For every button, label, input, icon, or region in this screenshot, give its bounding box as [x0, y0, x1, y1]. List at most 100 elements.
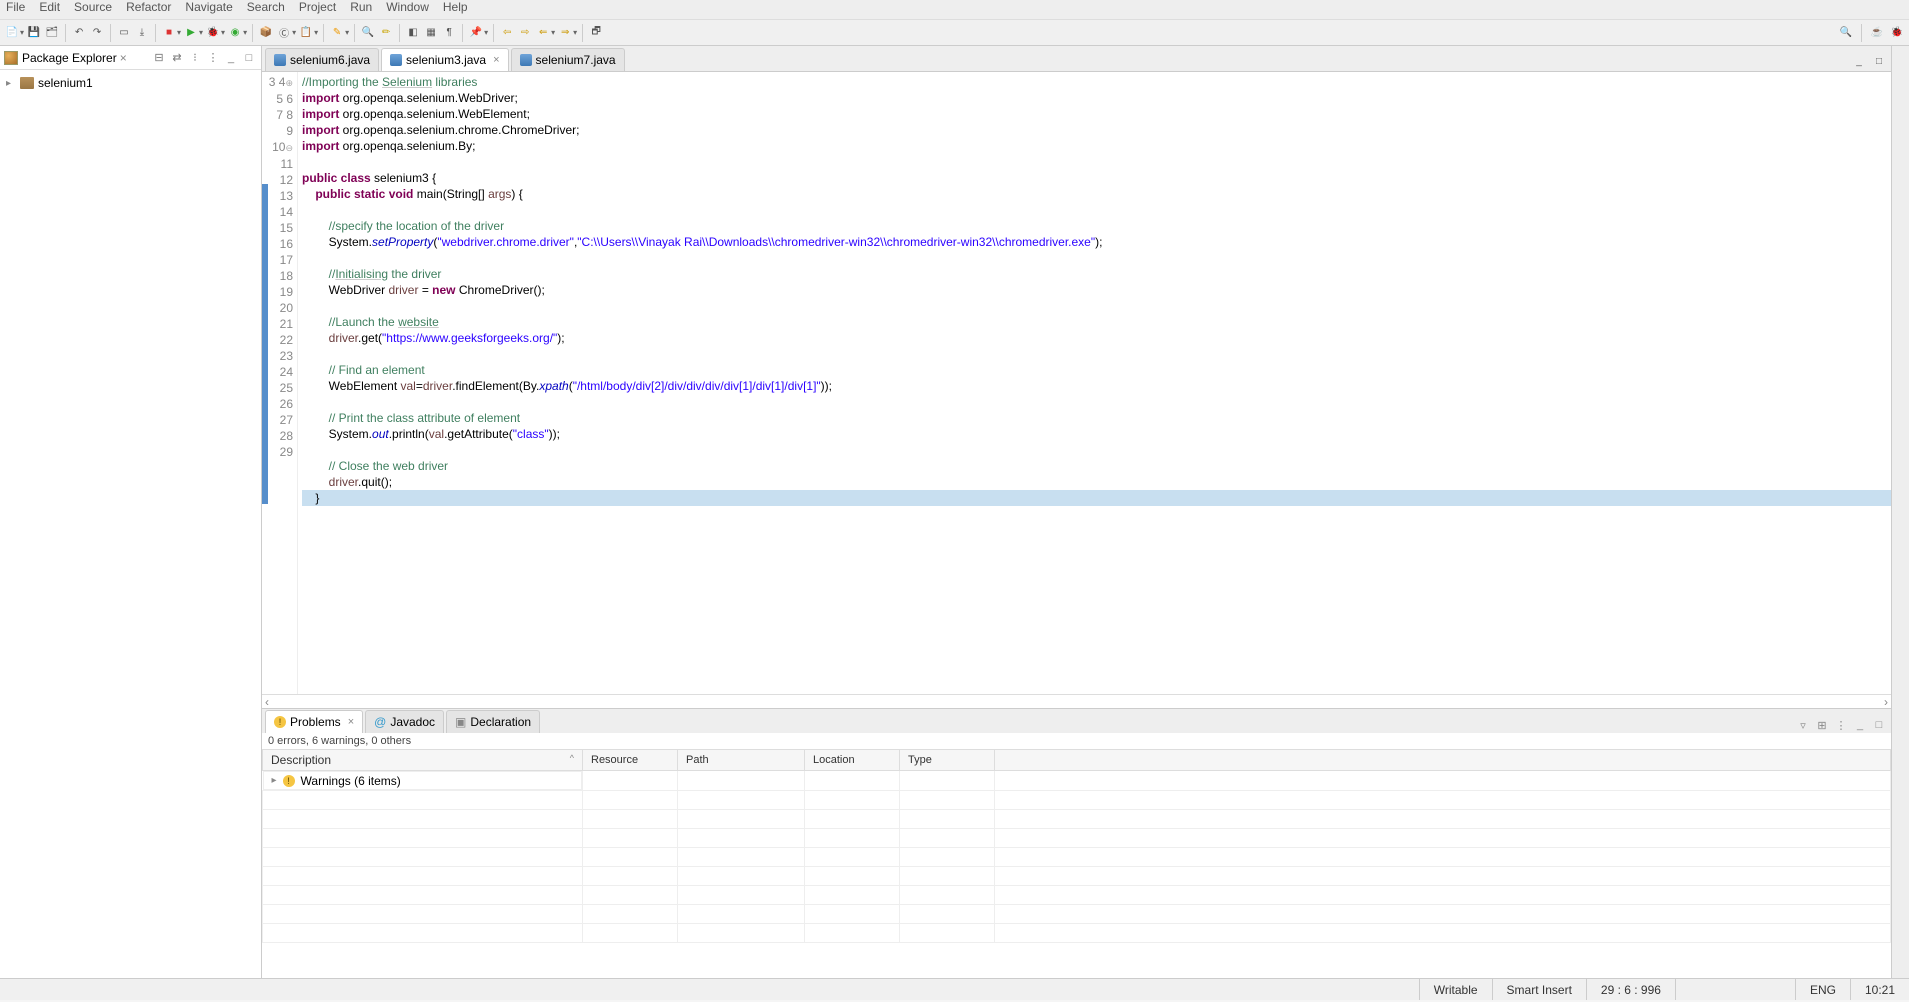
- stop-icon[interactable]: ■: [161, 25, 177, 41]
- maximize-view-icon[interactable]: □: [241, 50, 257, 66]
- new-class-icon[interactable]: Ⓒ: [276, 25, 292, 41]
- col-location[interactable]: Location: [805, 750, 900, 771]
- quick-access-icon[interactable]: 🔍: [1838, 25, 1854, 41]
- problems-table[interactable]: Description ^ Resource Path Location Typ…: [262, 749, 1891, 978]
- toggle-mark-icon[interactable]: ◧: [405, 25, 421, 41]
- expand-arrow-icon[interactable]: ▸: [6, 78, 16, 89]
- back-icon[interactable]: ⇐: [535, 25, 551, 41]
- status-empty: [1675, 979, 1795, 1000]
- save-icon[interactable]: 💾: [26, 25, 42, 41]
- menu-edit[interactable]: Edit: [39, 0, 60, 14]
- tab-label: Declaration: [470, 715, 531, 729]
- focus-icon[interactable]: ⊞: [1814, 717, 1830, 733]
- menu-run[interactable]: Run: [350, 0, 372, 14]
- java-file-icon: [274, 54, 286, 66]
- tab-javadoc[interactable]: @ Javadoc: [365, 710, 444, 733]
- coverage-icon[interactable]: ◉: [227, 25, 243, 41]
- problems-summary: 0 errors, 6 warnings, 0 others: [262, 733, 1891, 749]
- tab-label: selenium7.java: [536, 53, 616, 67]
- status-bar: Writable Smart Insert 29 : 6 : 996 ENG 1…: [0, 978, 1909, 1000]
- menu-refactor[interactable]: Refactor: [126, 0, 171, 14]
- menu-bar: File Edit Source Refactor Navigate Searc…: [0, 0, 1909, 20]
- table-row[interactable]: ▸ ! Warnings (6 items): [263, 771, 1891, 791]
- main-toolbar: 📄▾ 💾 🗂 ↶ ↷ ▭ ⤓ ■▾ ▶▾ 🐞▾ ◉▾ 📦 Ⓒ▾ 📋▾ ✎▾ 🔍 …: [0, 20, 1909, 46]
- new-type-icon[interactable]: 📋: [298, 25, 314, 41]
- menu-project[interactable]: Project: [299, 0, 336, 14]
- warnings-label: Warnings (6 items): [301, 774, 401, 788]
- status-writable: Writable: [1419, 979, 1492, 1000]
- status-language[interactable]: ENG: [1795, 979, 1850, 1000]
- maximize-editor-icon[interactable]: □: [1871, 53, 1887, 69]
- open-type-icon[interactable]: ✎: [329, 25, 345, 41]
- menu-help[interactable]: Help: [443, 0, 468, 14]
- tab-label: Problems: [290, 715, 341, 729]
- tab-problems[interactable]: ! Problems ×: [265, 710, 363, 733]
- close-tab-icon[interactable]: ×: [493, 54, 499, 66]
- forward-icon[interactable]: ⇒: [557, 25, 573, 41]
- problems-icon: !: [274, 716, 286, 728]
- view-menu-icon[interactable]: ⋮: [1833, 717, 1849, 733]
- search-icon[interactable]: 🔍: [360, 25, 376, 41]
- debug-perspective-icon[interactable]: 🐞: [1889, 25, 1905, 41]
- editor-tabs: selenium6.java selenium3.java × selenium…: [262, 46, 1891, 72]
- tab-declaration[interactable]: ▣ Declaration: [446, 710, 540, 733]
- redo-icon[interactable]: ↷: [89, 25, 105, 41]
- col-extra: [995, 750, 1891, 771]
- toggle-block-icon[interactable]: ▦: [423, 25, 439, 41]
- back-annotation-icon[interactable]: ⇦: [499, 25, 515, 41]
- col-resource[interactable]: Resource: [583, 750, 678, 771]
- status-time: 10:21: [1850, 979, 1909, 1000]
- tab-selenium6[interactable]: selenium6.java: [265, 48, 379, 71]
- save-all-icon[interactable]: 🗂: [44, 25, 60, 41]
- menu-navigate[interactable]: Navigate: [185, 0, 232, 14]
- status-cursor-pos: 29 : 6 : 996: [1586, 979, 1675, 1000]
- new-icon[interactable]: 📄: [4, 25, 20, 41]
- menu-search[interactable]: Search: [247, 0, 285, 14]
- show-whitespace-icon[interactable]: ¶: [441, 25, 457, 41]
- maximize-panel-icon[interactable]: □: [1871, 717, 1887, 733]
- editor-scrollbar[interactable]: ‹›: [262, 694, 1891, 708]
- code-content[interactable]: //Importing the Selenium libraries impor…: [298, 72, 1891, 694]
- javadoc-icon: @: [374, 715, 386, 729]
- warning-icon: !: [283, 775, 295, 787]
- terminal-icon[interactable]: ▭: [116, 25, 132, 41]
- filters-icon[interactable]: ⁝: [187, 50, 203, 66]
- open-perspective-icon[interactable]: 🗗: [588, 25, 604, 41]
- expand-arrow-icon[interactable]: ▸: [272, 775, 277, 786]
- debug-icon[interactable]: 🐞: [205, 25, 221, 41]
- package-explorer-icon: [4, 51, 18, 65]
- tab-selenium3[interactable]: selenium3.java ×: [381, 48, 508, 71]
- menu-file[interactable]: File: [6, 0, 25, 14]
- close-view-icon[interactable]: ×: [120, 51, 127, 65]
- menu-source[interactable]: Source: [74, 0, 112, 14]
- col-type[interactable]: Type: [900, 750, 995, 771]
- pin-icon[interactable]: 📌: [468, 25, 484, 41]
- skip-icon[interactable]: ⤓: [134, 25, 150, 41]
- next-annotation-icon[interactable]: ⇨: [517, 25, 533, 41]
- run-icon[interactable]: ▶: [183, 25, 199, 41]
- minimize-view-icon[interactable]: _: [223, 50, 239, 66]
- project-item[interactable]: ▸ selenium1: [4, 74, 257, 92]
- minimize-panel-icon[interactable]: _: [1852, 717, 1868, 733]
- undo-icon[interactable]: ↶: [71, 25, 87, 41]
- new-package-icon[interactable]: 📦: [258, 25, 274, 41]
- filter-icon[interactable]: ▿: [1795, 717, 1811, 733]
- menu-window[interactable]: Window: [386, 0, 429, 14]
- collapse-all-icon[interactable]: ⊟: [151, 50, 167, 66]
- package-explorer: Package Explorer × ⊟ ⇄ ⁝ ⋮ _ □ ▸ seleniu…: [0, 46, 262, 978]
- close-tab-icon[interactable]: ×: [348, 716, 354, 728]
- java-perspective-icon[interactable]: ☕: [1869, 25, 1885, 41]
- minimize-editor-icon[interactable]: _: [1851, 53, 1867, 69]
- tab-label: Javadoc: [390, 715, 435, 729]
- view-menu-icon[interactable]: ⋮: [205, 50, 221, 66]
- tab-selenium7[interactable]: selenium7.java: [511, 48, 625, 71]
- project-folder-icon: [20, 77, 34, 89]
- status-insert-mode: Smart Insert: [1492, 979, 1586, 1000]
- link-editor-icon[interactable]: ⇄: [169, 50, 185, 66]
- col-path[interactable]: Path: [678, 750, 805, 771]
- col-description[interactable]: Description ^: [263, 750, 583, 771]
- java-file-icon: [390, 54, 402, 66]
- highlight-icon[interactable]: ✏: [378, 25, 394, 41]
- line-gutter: 3 4⊕ 5 6 7 8 9 10⊖ 11 12 13 14 15 16 17 …: [268, 72, 298, 694]
- code-editor[interactable]: 3 4⊕ 5 6 7 8 9 10⊖ 11 12 13 14 15 16 17 …: [262, 72, 1891, 694]
